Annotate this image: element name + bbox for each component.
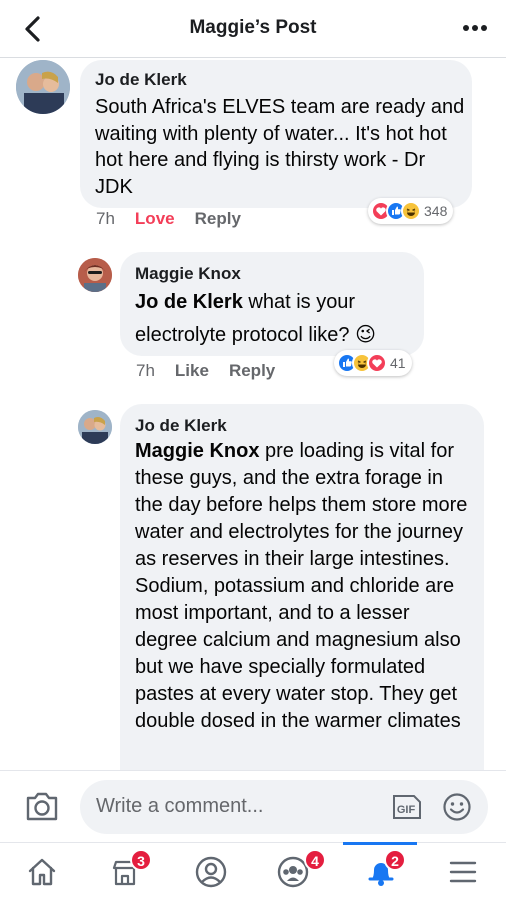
tab-home[interactable] xyxy=(0,843,84,900)
bottom-nav: 3 4 2 xyxy=(0,842,506,900)
reaction-count: 41 xyxy=(390,355,406,371)
comment-time: 7h xyxy=(96,209,115,228)
reaction-count: 348 xyxy=(424,203,448,219)
tab-menu[interactable] xyxy=(420,843,504,900)
tab-groups[interactable]: 4 xyxy=(252,843,336,900)
comment-composer: Write a comment... GIF xyxy=(0,770,506,842)
comment-actions: 7h Like Reply xyxy=(136,361,295,381)
comment-text: Maggie Knox pre loading is vital for the… xyxy=(135,438,475,735)
avatar[interactable] xyxy=(16,60,70,114)
page-title: Maggie’s Post xyxy=(189,17,317,38)
comment-text: Jo de Klerk what is your electrolyte pro… xyxy=(135,286,415,352)
comment-author[interactable]: Maggie Knox xyxy=(135,264,241,284)
home-icon xyxy=(28,858,56,886)
like-button[interactable]: Like xyxy=(175,361,209,380)
comment-input-placeholder: Write a comment... xyxy=(96,795,264,817)
top-bar: Maggie’s Post xyxy=(0,0,506,58)
tab-marketplace[interactable]: 3 xyxy=(84,843,168,900)
comment-text: South Africa's ELVES team are ready and … xyxy=(95,96,465,198)
mention-link[interactable]: Jo de Klerk xyxy=(135,291,243,313)
notification-badge: 2 xyxy=(384,849,406,871)
reply-button[interactable]: Reply xyxy=(195,209,241,228)
avatar[interactable] xyxy=(78,258,112,292)
tab-notifications[interactable]: 2 xyxy=(336,843,420,900)
comment-input[interactable]: Write a comment... GIF xyxy=(80,780,488,834)
comment-actions: 7h Love Reply xyxy=(96,209,261,229)
comment-bubble[interactable]: Jo de Klerk Maggie Knox pre loading is v… xyxy=(120,404,484,770)
comment-author[interactable]: Jo de Klerk xyxy=(135,416,227,436)
profile-icon xyxy=(195,856,227,888)
reaction-summary[interactable]: 41 xyxy=(334,350,412,376)
comments-list: Jo de Klerk South Africa's ELVES team ar… xyxy=(0,58,506,770)
mention-link[interactable]: Maggie Knox xyxy=(135,440,259,462)
comment-bubble[interactable]: Maggie Knox Jo de Klerk what is your ele… xyxy=(120,252,424,356)
camera-icon[interactable] xyxy=(24,789,60,823)
emoji-icon[interactable] xyxy=(442,792,472,822)
comment-time: 7h xyxy=(136,361,155,380)
reaction-summary[interactable]: 348 xyxy=(368,198,454,224)
notification-badge: 3 xyxy=(130,849,152,871)
haha-icon xyxy=(401,201,421,221)
notification-badge: 4 xyxy=(304,849,326,871)
menu-icon xyxy=(449,861,477,883)
comment-author[interactable]: Jo de Klerk xyxy=(95,70,187,90)
gif-label: GIF xyxy=(397,804,416,816)
comment-bubble[interactable]: Jo de Klerk South Africa's ELVES team ar… xyxy=(80,60,472,208)
comment-body: pre loading is vital for these guys, and… xyxy=(135,440,468,732)
reply-button[interactable]: Reply xyxy=(229,361,275,380)
love-reaction-button[interactable]: Love xyxy=(135,209,175,228)
love-icon xyxy=(367,353,387,373)
more-horizontal-icon[interactable] xyxy=(462,16,488,40)
tab-profile[interactable] xyxy=(168,843,252,900)
gif-icon[interactable]: GIF xyxy=(392,794,422,820)
avatar[interactable] xyxy=(78,410,112,444)
